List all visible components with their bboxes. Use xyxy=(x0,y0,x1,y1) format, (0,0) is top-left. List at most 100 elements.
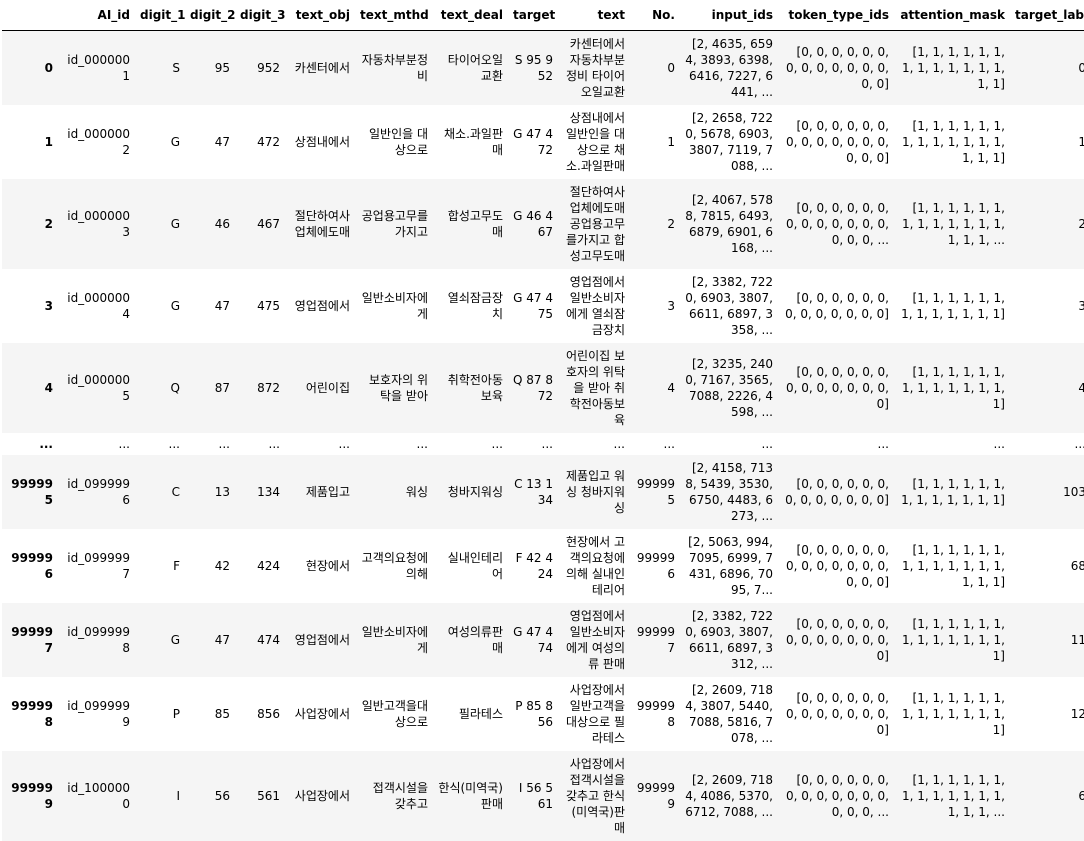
row-index: 4 xyxy=(2,343,58,433)
cell-token-type-ids: [0, 0, 0, 0, 0, 0, 0, 0, 0, 0, 0, 0, 0, … xyxy=(778,343,894,433)
cell-target: I 56 561 xyxy=(508,751,558,841)
cell-no: 2 xyxy=(630,179,680,269)
cell-text-mthd: 보호자의 위탁을 받아 xyxy=(355,343,433,433)
cell-digit-3: 475 xyxy=(235,269,285,343)
cell-ai-id: id_0000003 xyxy=(58,179,135,269)
column-header-digit-3: digit_3 xyxy=(235,0,285,31)
cell-text-mthd: ... xyxy=(355,433,433,455)
cell-text-mthd: 일반고객을대상으로 xyxy=(355,677,433,751)
column-header-token-type-ids: token_type_ids xyxy=(778,0,894,31)
table-body: 0id_0000001S95952카센터에서자동차부분정비타이어오일교환S 95… xyxy=(2,31,1084,841)
dataframe-table: AI_id digit_1 digit_2 digit_3 text_obj t… xyxy=(2,0,1084,841)
cell-attention-mask: [1, 1, 1, 1, 1, 1, 1, 1, 1, 1, 1, 1, 1] xyxy=(894,455,1010,529)
cell-text-deal: 합성고무도매 xyxy=(433,179,508,269)
cell-target: P 85 856 xyxy=(508,677,558,751)
table-row: 999997id_0999998G47474영업점에서일반소비자에게여성의류판매… xyxy=(2,603,1084,677)
column-header-digit-2: digit_2 xyxy=(185,0,235,31)
cell-digit-3: 952 xyxy=(235,31,285,106)
cell-target-label: 12 xyxy=(1010,677,1084,751)
cell-target-label: 2 xyxy=(1010,179,1084,269)
column-header-text-obj: text_obj xyxy=(285,0,355,31)
table-row: 999999id_1000000I56561사업장에서접객시설을 갖추고한식(미… xyxy=(2,751,1084,841)
cell-text-deal: ... xyxy=(433,433,508,455)
cell-target-label: 6 xyxy=(1010,751,1084,841)
cell-attention-mask: [1, 1, 1, 1, 1, 1, 1, 1, 1, 1, 1, 1, 1, … xyxy=(894,603,1010,677)
column-header-ai-id: AI_id xyxy=(58,0,135,31)
cell-digit-3: 561 xyxy=(235,751,285,841)
cell-ai-id: id_0999998 xyxy=(58,603,135,677)
cell-text-deal: 타이어오일교환 xyxy=(433,31,508,106)
cell-text: ... xyxy=(558,433,630,455)
cell-digit-1: C xyxy=(135,455,185,529)
cell-text: 제품입고 워싱 청바지워싱 xyxy=(558,455,630,529)
cell-text-deal: 채소.과일판매 xyxy=(433,105,508,179)
cell-digit-1: G xyxy=(135,105,185,179)
table-row: 999995id_0999996C13134제품입고워싱청바지워싱C 13 13… xyxy=(2,455,1084,529)
cell-text-obj: 영업점에서 xyxy=(285,603,355,677)
cell-target-label: 103 xyxy=(1010,455,1084,529)
cell-text-obj: 영업점에서 xyxy=(285,269,355,343)
cell-target: C 13 134 xyxy=(508,455,558,529)
column-header-attention-mask: attention_mask xyxy=(894,0,1010,31)
cell-target-label: ... xyxy=(1010,433,1084,455)
cell-digit-3: 467 xyxy=(235,179,285,269)
cell-text-obj: 현장에서 xyxy=(285,529,355,603)
cell-digit-3: 134 xyxy=(235,455,285,529)
cell-digit-1: ... xyxy=(135,433,185,455)
cell-ai-id: id_0000002 xyxy=(58,105,135,179)
header-row: AI_id digit_1 digit_2 digit_3 text_obj t… xyxy=(2,0,1084,31)
cell-token-type-ids: ... xyxy=(778,433,894,455)
cell-attention-mask: [1, 1, 1, 1, 1, 1, 1, 1, 1, 1, 1, 1, 1, … xyxy=(894,677,1010,751)
cell-text-deal: 열쇠잠금장치 xyxy=(433,269,508,343)
cell-text-mthd: 일반인을 대상으로 xyxy=(355,105,433,179)
cell-digit-1: G xyxy=(135,603,185,677)
cell-target: G 47 475 xyxy=(508,269,558,343)
cell-token-type-ids: [0, 0, 0, 0, 0, 0, 0, 0, 0, 0, 0, 0, 0, … xyxy=(778,677,894,751)
cell-target: ... xyxy=(508,433,558,455)
table-row: 4id_0000005Q87872어린이집보호자의 위탁을 받아취학전아동보육Q… xyxy=(2,343,1084,433)
table-row: 3id_0000004G47475영업점에서일반소비자에게열쇠잠금장치G 47 … xyxy=(2,269,1084,343)
ellipsis-row: ........................................… xyxy=(2,433,1084,455)
cell-no: 3 xyxy=(630,269,680,343)
cell-no: 1 xyxy=(630,105,680,179)
cell-digit-2: 85 xyxy=(185,677,235,751)
cell-digit-1: G xyxy=(135,179,185,269)
cell-text-deal: 청바지워싱 xyxy=(433,455,508,529)
cell-attention-mask: [1, 1, 1, 1, 1, 1, 1, 1, 1, 1, 1, 1, 1] xyxy=(894,269,1010,343)
cell-digit-1: S xyxy=(135,31,185,106)
cell-input-ids: [2, 2609, 7184, 4086, 5370, 6712, 7088, … xyxy=(680,751,778,841)
cell-no: 999998 xyxy=(630,677,680,751)
cell-text: 현장에서 고객의요청에의해 실내인테리어 xyxy=(558,529,630,603)
cell-token-type-ids: [0, 0, 0, 0, 0, 0, 0, 0, 0, 0, 0, 0, 0, … xyxy=(778,751,894,841)
cell-text-mthd: 자동차부분정비 xyxy=(355,31,433,106)
cell-text: 영업점에서 일반소비자에게 여성의류 판매 xyxy=(558,603,630,677)
cell-input-ids: [2, 4635, 6594, 3893, 6398, 6416, 7227, … xyxy=(680,31,778,106)
cell-token-type-ids: [0, 0, 0, 0, 0, 0, 0, 0, 0, 0, 0, 0, 0] xyxy=(778,269,894,343)
cell-digit-3: 872 xyxy=(235,343,285,433)
cell-digit-2: 47 xyxy=(185,105,235,179)
row-index: 999995 xyxy=(2,455,58,529)
cell-text: 사업장에서 접객시설을 갖추고 한식(미역국)판매 xyxy=(558,751,630,841)
cell-text-mthd: 고객의요청에의해 xyxy=(355,529,433,603)
cell-digit-2: 87 xyxy=(185,343,235,433)
cell-digit-2: 46 xyxy=(185,179,235,269)
cell-ai-id: id_1000000 xyxy=(58,751,135,841)
cell-digit-2: 95 xyxy=(185,31,235,106)
row-index: 1 xyxy=(2,105,58,179)
table-row: 1id_0000002G47472상점내에서일반인을 대상으로채소.과일판매G … xyxy=(2,105,1084,179)
cell-text-deal: 한식(미역국)판매 xyxy=(433,751,508,841)
cell-text-obj: 사업장에서 xyxy=(285,751,355,841)
column-header-digit-1: digit_1 xyxy=(135,0,185,31)
cell-text-deal: 필라테스 xyxy=(433,677,508,751)
cell-digit-2: 47 xyxy=(185,269,235,343)
column-header-text-deal: text_deal xyxy=(433,0,508,31)
cell-token-type-ids: [0, 0, 0, 0, 0, 0, 0, 0, 0, 0, 0, 0, 0, … xyxy=(778,105,894,179)
cell-input-ids: [2, 4158, 7138, 5439, 3530, 6750, 4483, … xyxy=(680,455,778,529)
column-header-text-mthd: text_mthd xyxy=(355,0,433,31)
cell-ai-id: id_0999999 xyxy=(58,677,135,751)
cell-text-mthd: 일반소비자에게 xyxy=(355,269,433,343)
cell-text-deal: 취학전아동보육 xyxy=(433,343,508,433)
cell-ai-id: id_0000004 xyxy=(58,269,135,343)
cell-attention-mask: [1, 1, 1, 1, 1, 1, 1, 1, 1, 1, 1, 1, 1, … xyxy=(894,529,1010,603)
column-header-target: target xyxy=(508,0,558,31)
